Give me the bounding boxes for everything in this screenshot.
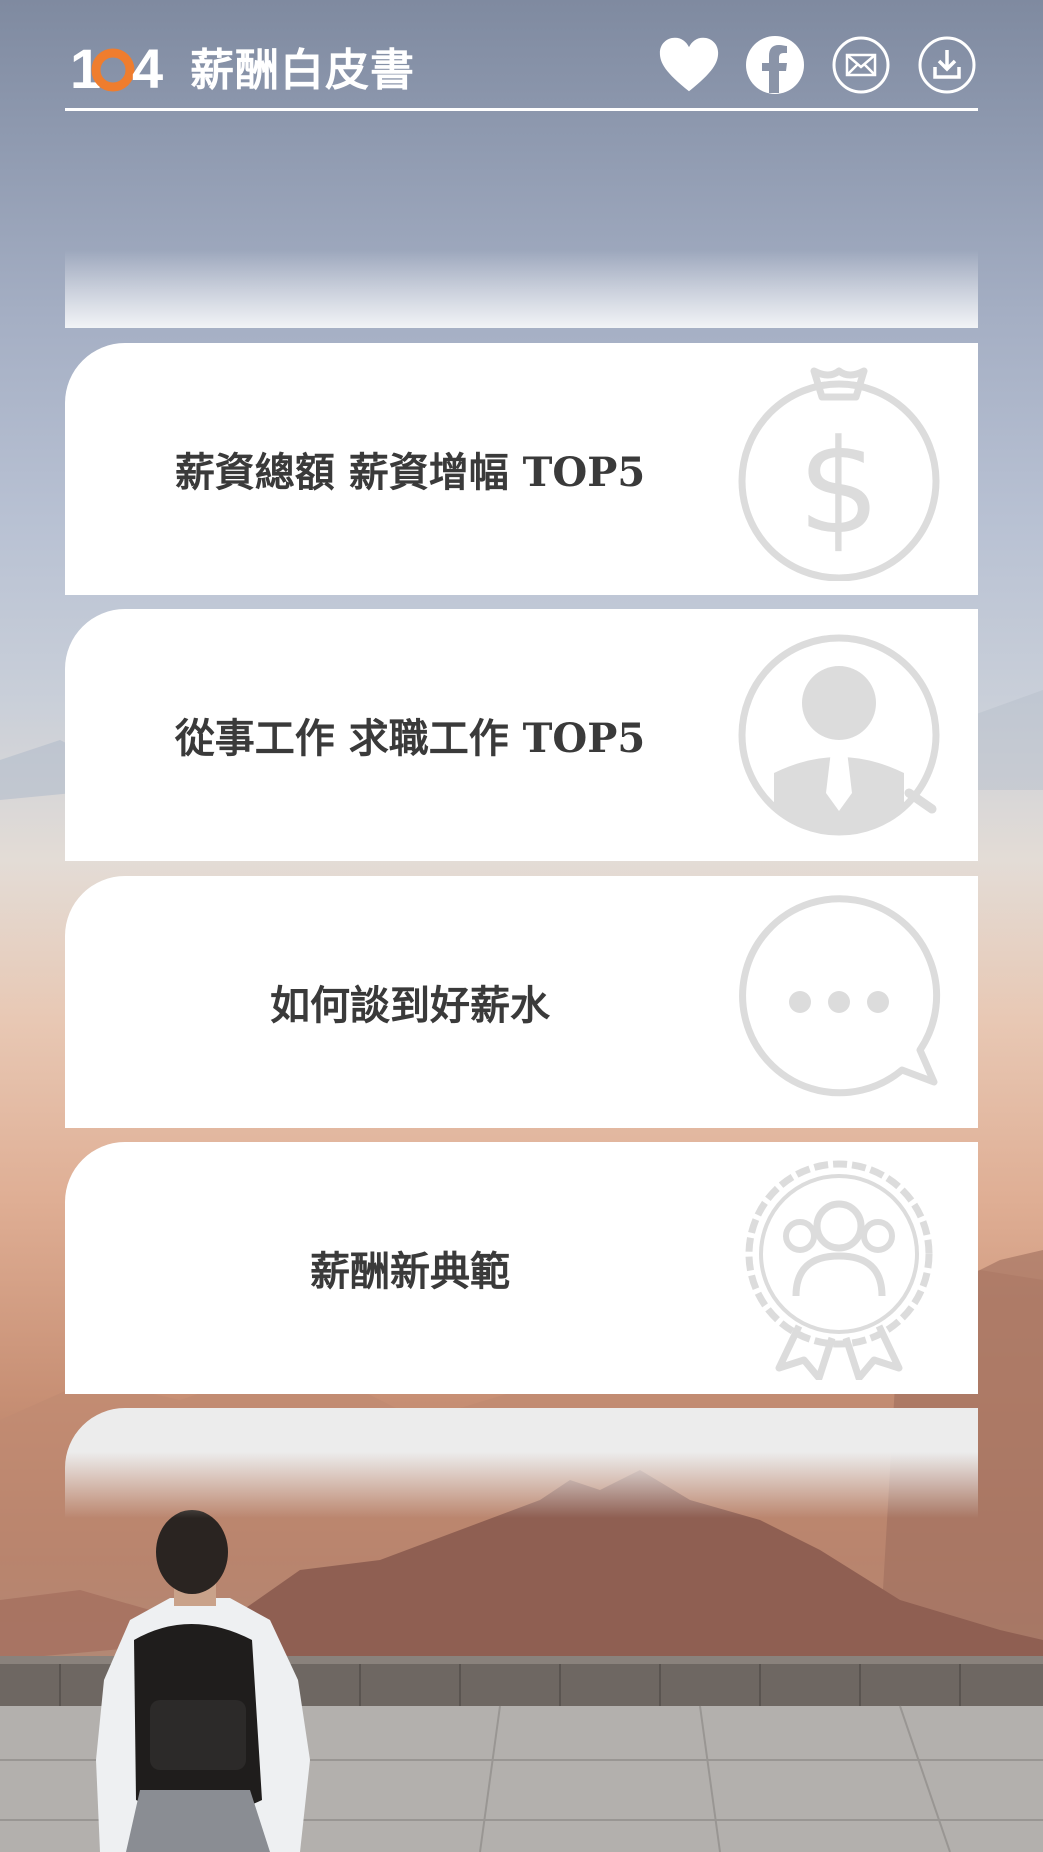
- mail-icon[interactable]: [830, 34, 892, 96]
- card-partial: [65, 1408, 978, 1518]
- card-label: 如何談到好薪水: [270, 982, 550, 1029]
- card-negotiate-salary[interactable]: 如何談到好薪水: [65, 876, 978, 1128]
- svg-text:$: $: [798, 411, 881, 563]
- logo[interactable]: 1 4 薪酬白皮書: [70, 37, 415, 100]
- card-salary-top5[interactable]: 薪資總額 薪資增幅 TOP5 $: [65, 343, 978, 595]
- award-badge-icon: [734, 1156, 944, 1382]
- svg-text:4: 4: [132, 38, 163, 94]
- faded-strip: [65, 250, 978, 328]
- card-new-paradigm[interactable]: 薪酬新典範: [65, 1142, 978, 1394]
- chat-bubble-icon: [734, 890, 944, 1114]
- header-actions: [658, 34, 978, 96]
- facebook-icon[interactable]: [744, 34, 806, 96]
- job-seeker-icon: [734, 623, 944, 847]
- header: 1 4 薪酬白皮書: [65, 30, 978, 111]
- card-label: 從事工作 求職工作 TOP5: [174, 715, 646, 762]
- logo-104: 1 4: [70, 37, 178, 100]
- money-bag-icon: $: [734, 357, 944, 582]
- card-job-top5[interactable]: 從事工作 求職工作 TOP5: [65, 609, 978, 861]
- card-label: 薪資總額 薪資增幅 TOP5: [174, 449, 646, 496]
- download-icon[interactable]: [916, 34, 978, 96]
- app-title: 薪酬白皮書: [190, 45, 415, 96]
- card-label: 薪酬新典範: [310, 1248, 510, 1295]
- heart-icon[interactable]: [658, 34, 720, 96]
